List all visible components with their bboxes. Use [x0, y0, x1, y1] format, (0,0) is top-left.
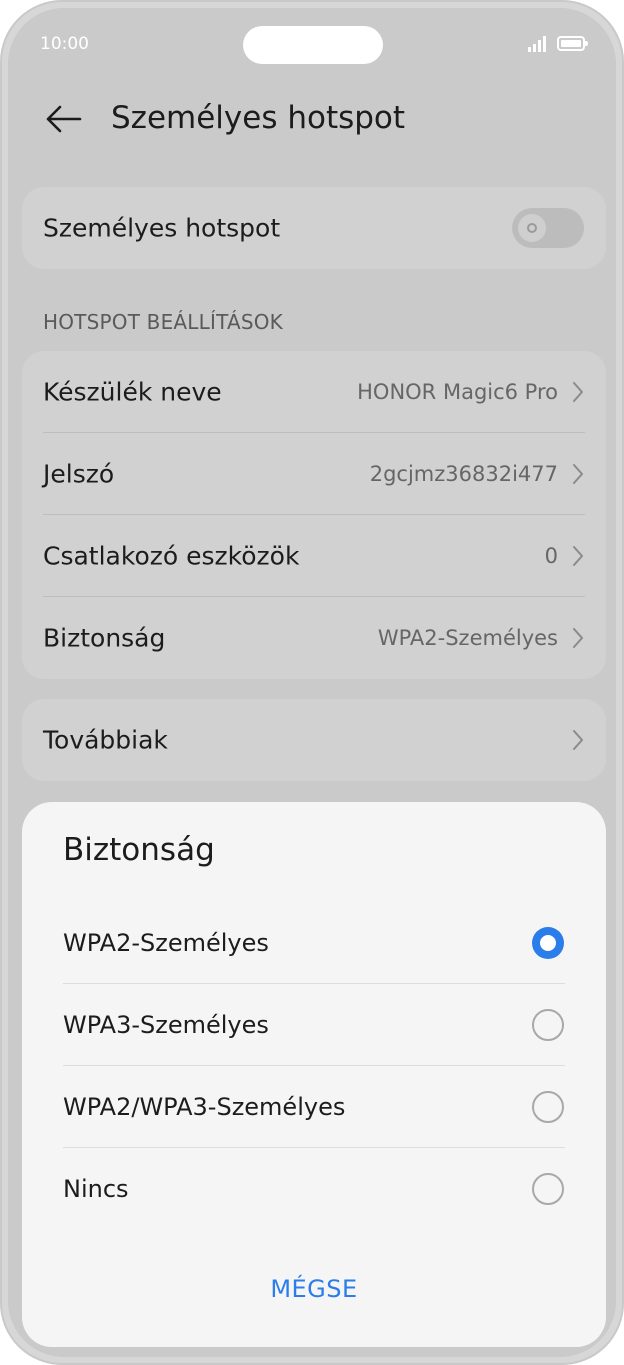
chevron-right-icon	[573, 730, 583, 750]
security-option-wpa3[interactable]: WPA3-Személyes	[22, 984, 606, 1066]
row-value: 2gcjmz36832i477	[369, 462, 558, 486]
signal-icon	[528, 36, 546, 52]
arrow-left-icon[interactable]	[44, 104, 84, 134]
settings-row-security[interactable]: Biztonság WPA2-Személyes	[22, 597, 606, 679]
more-row[interactable]: Továbbiak	[22, 699, 606, 781]
row-label: Továbbiak	[43, 725, 168, 755]
settings-row-password[interactable]: Jelszó 2gcjmz36832i477	[22, 433, 606, 515]
option-label: WPA2-Személyes	[63, 929, 269, 957]
option-label: WPA3-Személyes	[63, 1011, 269, 1039]
chevron-right-icon	[573, 546, 583, 566]
phone-frame: 10:00 Személyes hotspot Személyes hotspo…	[0, 0, 624, 1365]
row-label: Jelszó	[43, 459, 115, 489]
radio-button-selected[interactable]	[532, 927, 564, 959]
hotspot-toggle-switch[interactable]	[512, 208, 584, 248]
option-label: Nincs	[63, 1175, 129, 1203]
row-label: Készülék neve	[43, 377, 222, 407]
radio-button[interactable]	[532, 1009, 564, 1041]
row-value: WPA2-Személyes	[377, 626, 558, 650]
chevron-right-icon	[573, 464, 583, 484]
security-bottom-sheet: Biztonság WPA2-Személyes WPA3-Személyes …	[22, 802, 606, 1347]
screen: 10:00 Személyes hotspot Személyes hotspo…	[8, 8, 616, 1357]
security-option-none[interactable]: Nincs	[22, 1148, 606, 1230]
hotspot-toggle-card: Személyes hotspot	[22, 187, 606, 269]
chevron-right-icon	[573, 382, 583, 402]
hotspot-toggle-label: Személyes hotspot	[43, 213, 281, 243]
section-header: HOTSPOT BEÁLLÍTÁSOK	[43, 310, 283, 334]
row-value: 0	[544, 544, 558, 568]
row-label: Biztonság	[43, 623, 166, 653]
option-label: WPA2/WPA3-Személyes	[63, 1093, 346, 1121]
toggle-knob	[518, 214, 546, 242]
sheet-title: Biztonság	[63, 832, 215, 868]
battery-icon	[557, 36, 588, 51]
status-time: 10:00	[40, 34, 89, 54]
security-option-wpa2-wpa3[interactable]: WPA2/WPA3-Személyes	[22, 1066, 606, 1148]
cancel-button[interactable]: MÉGSE	[22, 1264, 606, 1314]
row-value: HONOR Magic6 Pro	[357, 380, 558, 404]
hotspot-settings-card: Készülék neve HONOR Magic6 Pro Jelszó 2g…	[22, 351, 606, 679]
more-card: Továbbiak	[22, 699, 606, 781]
radio-button[interactable]	[532, 1091, 564, 1123]
page-title: Személyes hotspot	[111, 100, 406, 136]
settings-row-device-name[interactable]: Készülék neve HONOR Magic6 Pro	[22, 351, 606, 433]
security-option-wpa2[interactable]: WPA2-Személyes	[22, 902, 606, 984]
chevron-right-icon	[573, 628, 583, 648]
row-label: Csatlakozó eszközök	[43, 541, 300, 571]
settings-row-connected-devices[interactable]: Csatlakozó eszközök 0	[22, 515, 606, 597]
radio-button[interactable]	[532, 1173, 564, 1205]
hotspot-toggle-row[interactable]: Személyes hotspot	[22, 187, 606, 269]
camera-pill	[243, 26, 383, 64]
